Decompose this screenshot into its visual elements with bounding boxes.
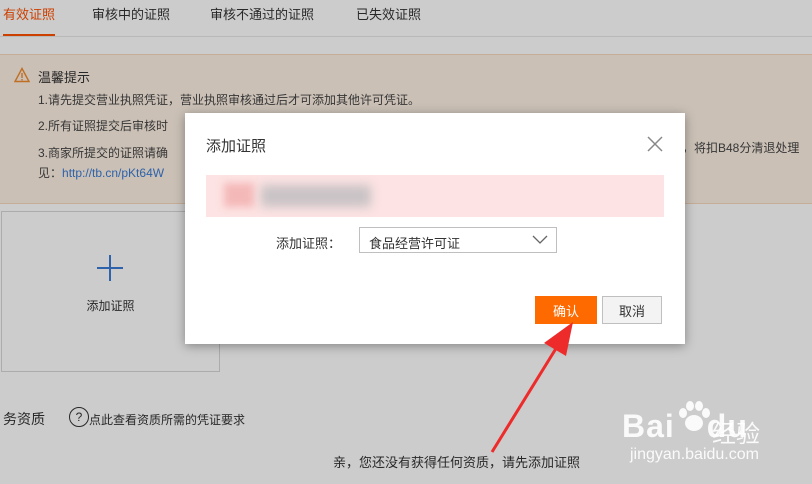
baidu-paw-icon: [679, 401, 710, 431]
watermark-url: jingyan.baidu.com: [630, 446, 759, 463]
watermark-subtitle: 经验: [712, 421, 760, 448]
